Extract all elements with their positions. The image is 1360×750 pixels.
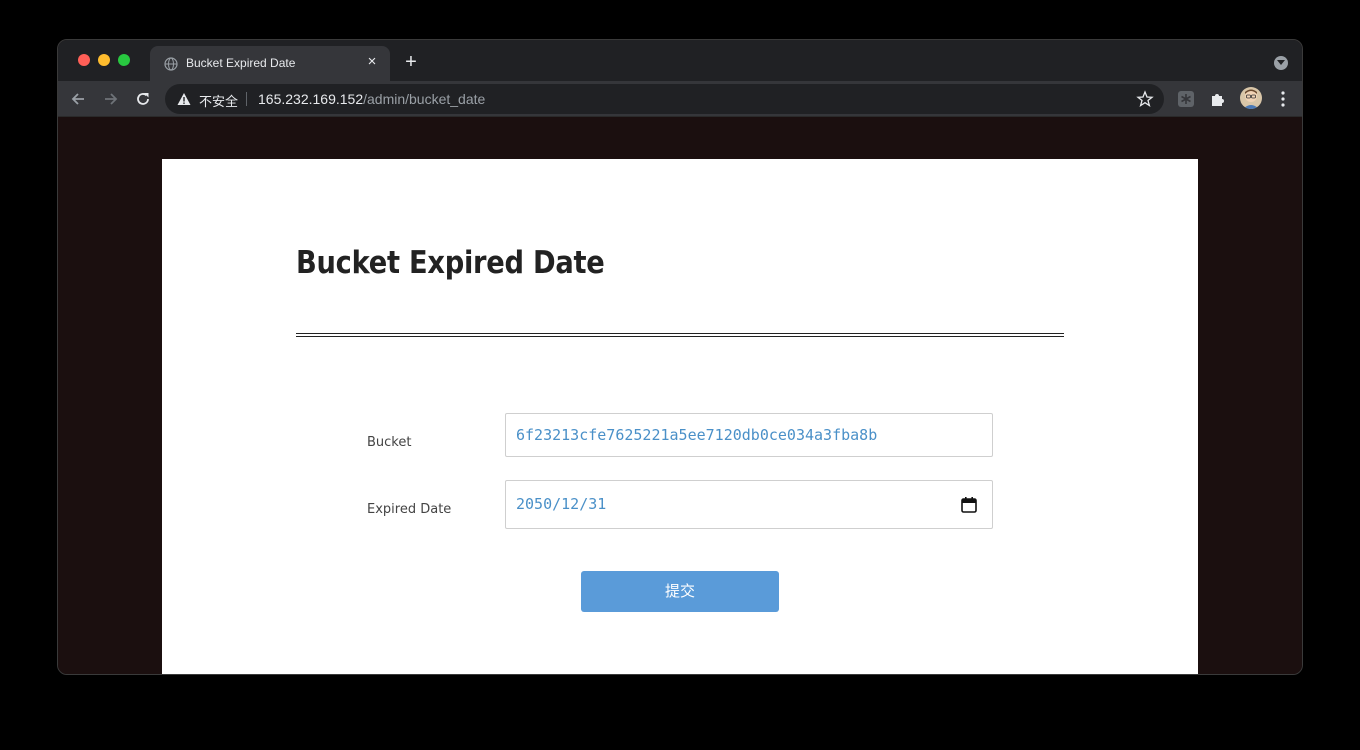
puzzle-icon[interactable]	[1209, 90, 1227, 108]
expired-date-value: 2050/12/31	[516, 495, 607, 513]
browser-window: Bucket Expired Date × + 不安全 165.232.169.…	[57, 39, 1303, 675]
tab-bucket-expired-date[interactable]: Bucket Expired Date ×	[150, 46, 390, 81]
url-host: 165.232.169.152	[258, 91, 364, 107]
browser-toolbar: 不安全 165.232.169.152/admin/bucket_date	[58, 81, 1302, 117]
tab-title: Bucket Expired Date	[186, 56, 296, 70]
tab-strip: Bucket Expired Date × +	[58, 40, 1302, 81]
url-path: /admin/bucket_date	[363, 91, 486, 107]
close-icon[interactable]: ×	[364, 54, 380, 70]
minimize-window-button[interactable]	[98, 54, 110, 66]
star-icon[interactable]	[1136, 90, 1154, 108]
expired-date-input[interactable]: 2050/12/31	[505, 480, 993, 529]
bucket-label: Bucket	[367, 435, 412, 450]
avatar[interactable]	[1240, 87, 1262, 109]
reload-icon[interactable]	[134, 90, 152, 108]
page-title: Bucket Expired Date	[296, 245, 605, 281]
url-text[interactable]: 165.232.169.152/admin/bucket_date	[258, 91, 485, 107]
maximize-window-button[interactable]	[118, 54, 130, 66]
globe-icon	[164, 57, 178, 71]
expired-date-label: Expired Date	[367, 502, 452, 517]
close-window-button[interactable]	[78, 54, 90, 66]
page-viewport: Bucket Expired Date Bucket 6f23213cfe762…	[58, 118, 1302, 674]
submit-button[interactable]: 提交	[581, 571, 779, 612]
warning-icon[interactable]	[177, 92, 191, 106]
new-tab-button[interactable]: +	[401, 52, 421, 72]
title-divider	[296, 333, 1064, 337]
address-divider	[246, 92, 247, 106]
back-arrow-icon[interactable]	[69, 90, 87, 108]
content-card: Bucket Expired Date Bucket 6f23213cfe762…	[162, 159, 1198, 674]
tab-search-icon[interactable]	[1274, 56, 1288, 70]
extension-icon[interactable]	[1177, 90, 1195, 108]
kebab-menu-icon[interactable]	[1276, 90, 1290, 108]
calendar-icon[interactable]	[960, 496, 978, 514]
bucket-input[interactable]: 6f23213cfe7625221a5ee7120db0ce034a3fba8b	[505, 413, 993, 457]
address-bar[interactable]: 不安全 165.232.169.152/admin/bucket_date	[165, 84, 1164, 114]
forward-arrow-icon[interactable]	[102, 90, 120, 108]
not-secure-label[interactable]: 不安全	[199, 91, 238, 110]
